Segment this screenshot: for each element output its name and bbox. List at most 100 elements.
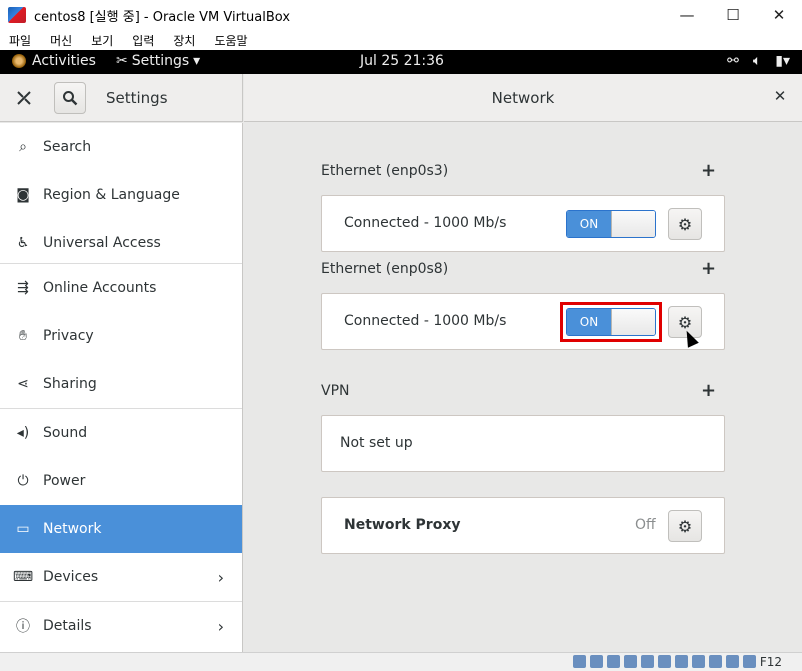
sidebar-item-label: Privacy: [43, 328, 94, 344]
close-window-button[interactable]: ✕: [756, 0, 802, 30]
sidebar-item-label: Sharing: [43, 376, 97, 392]
devices-icon: ⌨︎: [12, 569, 34, 585]
dropdown-arrow-icon: ▾: [193, 53, 201, 69]
shared-folders-icon[interactable]: [658, 655, 671, 668]
gnome-logo-icon: [12, 54, 26, 68]
search-icon: [63, 91, 78, 106]
close-icon[interactable]: ✕: [770, 87, 790, 107]
add-vpn-icon[interactable]: +: [701, 380, 716, 401]
sidebar-item-label: Universal Access: [43, 235, 161, 251]
online-accounts-icon: ⇶: [17, 280, 29, 296]
chevron-right-icon: ›: [217, 567, 224, 587]
add-ethernet-2-icon[interactable]: +: [701, 258, 716, 279]
sidebar-item-region[interactable]: ◙ Region & Language: [0, 171, 242, 219]
sidebar-item-devices[interactable]: ⌨︎ Devices ›: [0, 553, 242, 601]
vpn-card: Not set up: [321, 415, 725, 472]
chevron-right-icon: ›: [217, 616, 224, 636]
content-header: Network ✕: [244, 74, 802, 122]
red-highlight-box: [560, 302, 662, 342]
sidebar-item-label: Details: [43, 618, 92, 634]
sidebar-item-label: Power: [43, 473, 86, 489]
sidebar-item-label: Network: [43, 521, 102, 537]
vbox-statusbar: F12: [0, 652, 802, 671]
page-title: Network: [491, 89, 555, 107]
volume-icon: 🔈︎: [752, 53, 762, 69]
usb-icon[interactable]: [641, 655, 654, 668]
sidebar-item-label: Sound: [43, 425, 88, 441]
accessibility-icon: ♿︎: [16, 235, 30, 251]
cpu-icon[interactable]: [709, 655, 722, 668]
network-icon: ▭: [16, 521, 30, 537]
system-tray[interactable]: ⚯ 🔈︎ ▮▾: [727, 53, 790, 69]
minimize-button[interactable]: —: [664, 0, 710, 30]
recording-icon[interactable]: [692, 655, 705, 668]
ethernet-2-title: Ethernet (enp0s8): [321, 261, 449, 277]
toggle-knob: [611, 211, 655, 237]
host-key-label: F12: [759, 655, 782, 669]
audio-icon[interactable]: [607, 655, 620, 668]
activities-label: Activities: [32, 53, 96, 69]
sidebar-item-label: Region & Language: [43, 187, 180, 203]
power-icon: ⏻: [17, 473, 29, 489]
sidebar-item-details[interactable]: ⓘ Details ›: [0, 602, 242, 650]
network-proxy-gear-icon[interactable]: ⚙: [668, 510, 702, 542]
sidebar-header: Settings: [0, 74, 243, 122]
virtualbox-icon: [8, 7, 26, 23]
toggle-on-label: ON: [567, 211, 611, 237]
sidebar-item-power[interactable]: ⏻ Power: [0, 457, 242, 505]
app-menu-button[interactable]: ✂ Settings ▾: [116, 53, 200, 69]
info-icon: ⓘ: [16, 619, 30, 635]
network-proxy-card[interactable]: Network Proxy Off ⚙: [321, 497, 725, 554]
sidebar-item-sound[interactable]: ◂) Sound: [0, 409, 242, 457]
vbox-window-title: centos8 [실행 중] - Oracle VM VirtualBox: [34, 9, 291, 25]
settings-window: Settings Network ✕ ⌕ Search ◙ Region & L…: [0, 74, 802, 652]
sidebar-item-label: Search: [43, 139, 92, 155]
ethernet-2-status: Connected - 1000 Mb/s: [344, 313, 507, 329]
hdd-icon[interactable]: [573, 655, 586, 668]
app-menu-label: Settings: [131, 53, 190, 69]
sidebar-item-universal-access[interactable]: ♿︎ Universal Access: [0, 219, 242, 267]
menu-devices[interactable]: 장치: [173, 32, 195, 49]
activities-button[interactable]: Activities: [12, 53, 96, 69]
search-button[interactable]: [54, 82, 86, 114]
vbox-status-icons[interactable]: [573, 655, 756, 668]
vpn-title: VPN: [321, 383, 350, 399]
menu-view[interactable]: 보기: [91, 32, 113, 49]
network-wired-icon: ⚯: [727, 53, 739, 69]
network-proxy-title: Network Proxy: [344, 517, 461, 533]
sidebar-item-label: Online Accounts: [43, 280, 157, 296]
sidebar-item-privacy[interactable]: ✋︎ Privacy: [0, 312, 242, 360]
network-status-icon[interactable]: [624, 655, 637, 668]
ethernet-1-title: Ethernet (enp0s3): [321, 163, 449, 179]
sidebar: ⌕ Search ◙ Region & Language ♿︎ Universa…: [0, 123, 243, 652]
speaker-icon: ◂): [16, 425, 30, 441]
add-ethernet-1-icon[interactable]: +: [701, 160, 716, 181]
sidebar-item-online-accounts[interactable]: ⇶ Online Accounts: [0, 264, 242, 312]
ethernet-1-toggle[interactable]: ON: [566, 210, 656, 238]
sidebar-item-label: Devices: [43, 569, 99, 585]
tools-icon: ✂: [116, 53, 128, 69]
share-icon: ⋖: [17, 376, 29, 392]
ethernet-1-card: Connected - 1000 Mb/s ON ⚙: [321, 195, 725, 252]
vbox-menubar: 파일 머신 보기 입력 장치 도움말: [0, 30, 802, 50]
ethernet-1-status: Connected - 1000 Mb/s: [344, 215, 507, 231]
display-icon[interactable]: [675, 655, 688, 668]
vbox-titlebar: centos8 [실행 중] - Oracle VM VirtualBox — …: [0, 0, 802, 30]
menu-help[interactable]: 도움말: [214, 32, 247, 49]
menu-machine[interactable]: 머신: [50, 32, 72, 49]
sidebar-item-network[interactable]: ▭ Network: [0, 505, 242, 553]
network-proxy-status: Off: [635, 517, 656, 533]
ethernet-1-gear-icon[interactable]: ⚙: [668, 208, 702, 240]
battery-icon: ▮▾: [775, 53, 790, 69]
sidebar-item-sharing[interactable]: ⋖ Sharing: [0, 360, 242, 408]
menu-file[interactable]: 파일: [9, 32, 31, 49]
maximize-button[interactable]: ☐: [710, 0, 756, 30]
menu-input[interactable]: 입력: [132, 32, 154, 49]
mouse-integration-icon[interactable]: [726, 655, 739, 668]
keyboard-icon[interactable]: [743, 655, 756, 668]
ethernet-2-card: Connected - 1000 Mb/s ON ⚙: [321, 293, 725, 350]
settings-title: Settings: [106, 89, 168, 107]
optical-icon[interactable]: [590, 655, 603, 668]
clock[interactable]: Jul 25 21:36: [360, 53, 444, 69]
sidebar-item-search[interactable]: ⌕ Search: [0, 123, 242, 171]
